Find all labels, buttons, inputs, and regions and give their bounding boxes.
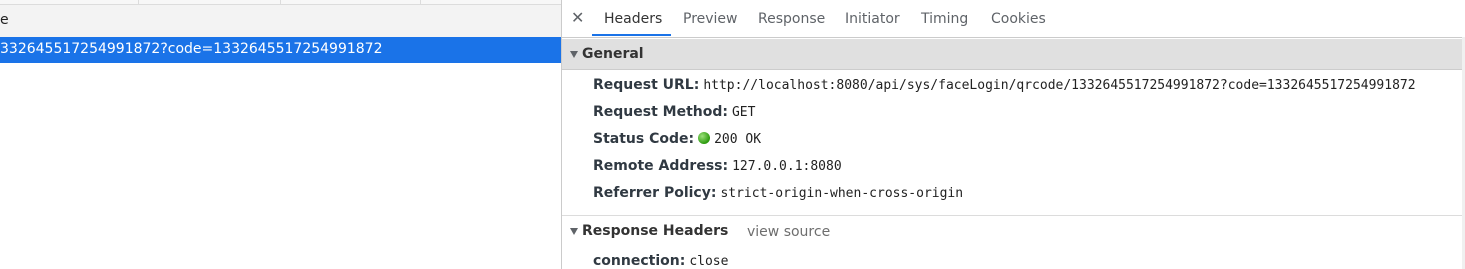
tab-cookies[interactable]: Cookies <box>991 11 1046 27</box>
request-method-value: GET <box>731 105 756 120</box>
request-url-row: Request URL: http://localhost:8080/api/sy… <box>593 77 1416 93</box>
tab-timing[interactable]: Timing <box>921 11 968 27</box>
status-code-value: 200 OK <box>714 132 762 147</box>
network-request-list: e 332645517254991872?code=13326455172549… <box>0 0 562 269</box>
remote-address-label: Remote Address: <box>593 158 729 174</box>
active-tab-indicator <box>592 34 671 36</box>
remote-address-row: Remote Address: 127.0.0.1:8080 <box>593 158 842 174</box>
general-section-header[interactable]: General <box>562 39 1465 70</box>
name-column-header[interactable]: e <box>0 4 561 38</box>
response-headers-section-header[interactable]: Response Headers view source <box>562 215 1465 246</box>
expand-triangle-icon <box>570 51 578 58</box>
tab-response[interactable]: Response <box>758 11 825 27</box>
status-ok-icon <box>698 132 711 144</box>
referrer-policy-value: strict-origin-when-cross-origin <box>720 186 964 201</box>
name-column-title: e <box>0 12 9 28</box>
close-icon[interactable]: ✕ <box>571 8 584 27</box>
expand-triangle-icon <box>570 228 578 235</box>
status-code-label: Status Code: <box>593 131 695 147</box>
referrer-policy-row: Referrer Policy: strict-origin-when-cross… <box>593 185 963 201</box>
request-row-selected[interactable]: 332645517254991872?code=1332645517254991… <box>0 37 561 63</box>
referrer-policy-label: Referrer Policy: <box>593 185 717 201</box>
details-tabbar: ✕ Headers Preview Response Initiator Tim… <box>562 0 1465 38</box>
request-method-label: Request Method: <box>593 104 728 120</box>
connection-header-label: connection: <box>593 253 686 269</box>
remote-address-value: 127.0.0.1:8080 <box>732 159 842 174</box>
request-url-label: Request URL: <box>593 77 700 93</box>
tab-headers[interactable]: Headers <box>604 11 662 27</box>
general-section-title: General <box>582 46 644 62</box>
connection-header-row: connection: close <box>593 253 728 269</box>
request-row-name: 332645517254991872?code=1332645517254991… <box>0 41 383 57</box>
request-method-row: Request Method: GET <box>593 104 755 120</box>
tab-initiator[interactable]: Initiator <box>845 11 900 27</box>
connection-header-value: close <box>689 254 729 269</box>
request-url-value: http://localhost:8080/api/sys/faceLogin/… <box>703 78 1416 93</box>
request-details-pane: ✕ Headers Preview Response Initiator Tim… <box>562 0 1465 269</box>
tab-preview[interactable]: Preview <box>683 11 738 27</box>
view-source-link[interactable]: view source <box>747 224 830 240</box>
status-code-row: Status Code: 200 OK <box>593 131 761 147</box>
response-headers-title: Response Headers <box>582 223 729 239</box>
